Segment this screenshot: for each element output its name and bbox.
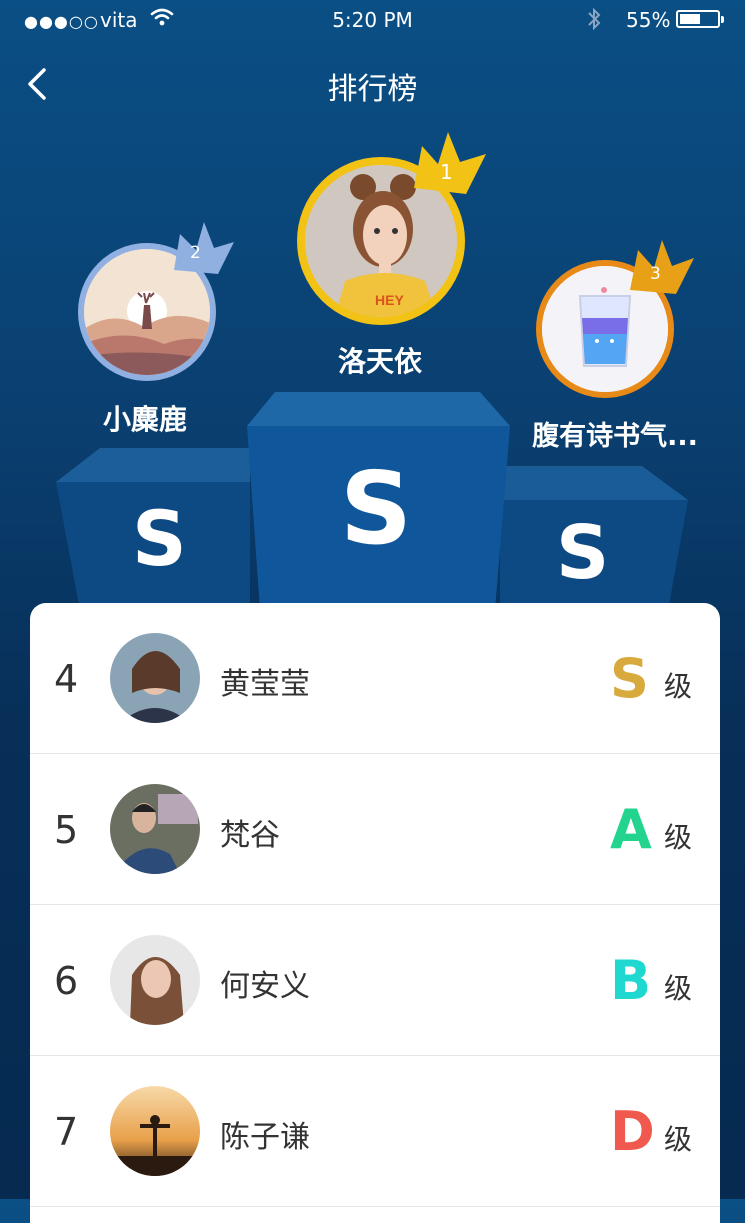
list-item[interactable]: 6 何安义 B 级 [30,905,720,1056]
podium-name-2: 小麋鹿 [102,403,187,436]
user-photo-icon [110,784,200,874]
grade-letter: S [610,647,649,710]
page-title: 排行榜 [327,72,418,107]
rank-number: 5 [54,808,79,852]
grade-letter: D [610,1100,655,1163]
battery-fill [680,14,700,24]
user-photo-icon [110,1086,200,1176]
rank-number: 7 [54,1110,79,1154]
grade-suffix: 级 [664,821,693,854]
user-photo-icon [110,633,200,723]
battery-icon [676,10,724,28]
rank-badge-1: 1 [440,160,453,184]
grade-letter: B [610,949,652,1012]
podium-grade-3: S [556,510,610,596]
avatar[interactable] [110,784,200,874]
status-bar: ●●●○○ vita 5:20 PM 55% [0,0,745,40]
avatar[interactable] [110,935,200,1025]
podium-name-1: 洛天依 [337,345,422,378]
podium-name-3: 腹有诗书气... [532,421,698,452]
grade-suffix: 级 [664,972,693,1005]
rank-badge-3: 3 [650,264,661,284]
avatar[interactable] [110,633,200,723]
podium-grade-1: S [340,450,413,567]
list-item[interactable]: 5 梵谷 A 级 [30,754,720,905]
grade-suffix: 级 [664,1123,693,1156]
list-item[interactable]: 4 黄莹莹 S 级 [30,603,720,754]
grade-letter: A [610,798,652,861]
rank-badge-2: 2 [190,243,201,263]
user-name: 黄莹莹 [220,667,310,702]
user-photo-icon [110,935,200,1025]
grade-suffix: 级 [664,670,693,703]
list-item[interactable]: 7 陈子谦 D 级 [30,1056,720,1207]
podium-grade-2: S [132,494,187,583]
crown-bronze-icon [630,240,694,294]
avatar[interactable] [110,1086,200,1176]
crown-silver-icon [174,222,234,274]
battery-percentage: 55% [626,8,671,32]
rank-number: 6 [54,959,79,1003]
user-name: 何安义 [220,969,310,1004]
svg-text:HEY: HEY [375,292,404,308]
user-name: 陈子谦 [220,1120,310,1155]
bluetooth-icon [586,6,602,38]
rank-number: 4 [54,657,79,701]
user-name: 梵谷 [220,818,280,853]
ranking-list: 4 黄莹莹 S 级 5 梵谷 A 级 6 何安义 B 级 7 陈子谦 D 级 [30,603,720,1223]
